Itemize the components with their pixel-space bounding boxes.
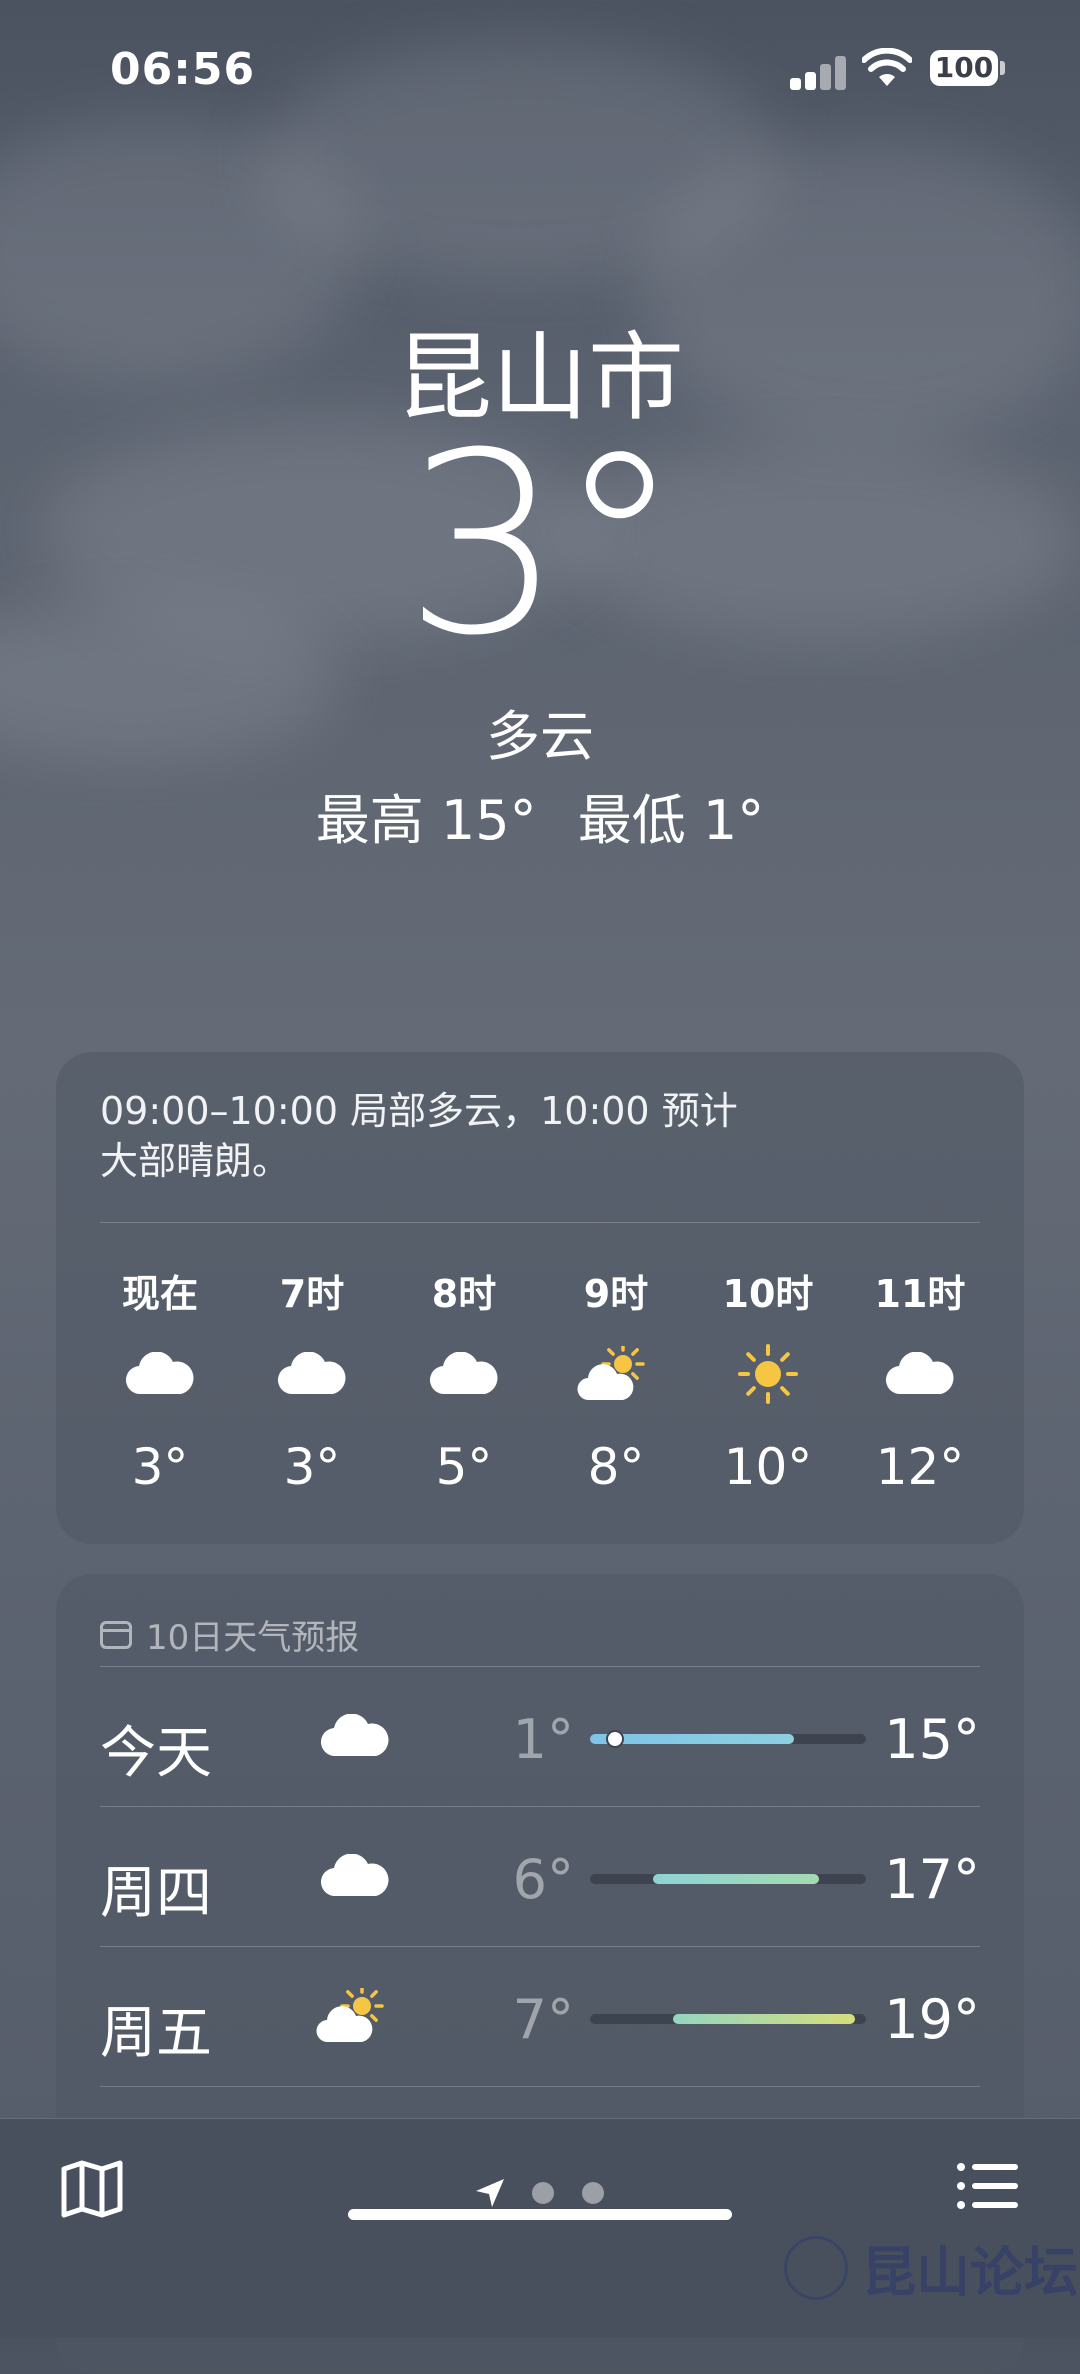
cloud-icon [860, 1326, 980, 1422]
cloud-icon [100, 1326, 220, 1422]
day-row[interactable]: 今天 1° 15° [100, 1666, 980, 1806]
high-temp: 15° [884, 1708, 980, 1771]
hour-temp: 12° [875, 1438, 965, 1496]
hour-temp: 3° [131, 1438, 189, 1496]
hour-label: 7时 [279, 1272, 345, 1316]
current-temperature: 3° [403, 399, 682, 690]
cloud-icon [310, 1836, 400, 1916]
battery-icon: 100 [930, 50, 998, 86]
hour-temp: 3° [283, 1438, 341, 1496]
location-arrow-icon[interactable] [474, 2177, 506, 2209]
list-icon[interactable] [956, 2161, 1018, 2211]
hour-temp: 10° [723, 1438, 813, 1496]
low-temp: 7° [512, 1988, 574, 2051]
day-row[interactable]: 周五 7° 19° [100, 1946, 980, 2086]
day-label: 周四 [100, 1861, 212, 1926]
high-low: 最高 15° 最低 1° [0, 776, 1080, 855]
battery-tip [1000, 61, 1005, 75]
hour-item: 7时 3° [252, 1262, 372, 1512]
divider [100, 2086, 980, 2087]
day-label: 周五 [100, 2001, 212, 2066]
sun-icon [708, 1326, 828, 1422]
high-temp: 19° [884, 1988, 980, 2051]
day-row[interactable]: 周四 6° 17° [100, 1806, 980, 1946]
day-label: 今天 [100, 1721, 212, 1786]
home-indicator[interactable] [348, 2209, 732, 2220]
hourly-forecast-card[interactable]: 09:00–10:00 局部多云，10:00 预计 大部晴朗。 现在 3° 7时… [56, 1052, 1024, 1544]
forecast-summary: 09:00–10:00 局部多云，10:00 预计 大部晴朗。 [100, 1086, 900, 1186]
low-temp: 6° [512, 1848, 574, 1911]
watermark-text: 昆山论坛 [862, 2240, 1078, 2304]
hourly-list[interactable]: 现在 3° 7时 3° 8时 5° 9时 8° 10时 10° 11时 12° [100, 1262, 980, 1512]
high-temp: 最高 15° [315, 789, 537, 852]
divider [100, 1222, 980, 1223]
hour-temp: 5° [435, 1438, 493, 1496]
cloud-icon [310, 1696, 400, 1776]
partly-sunny-icon [556, 1326, 676, 1422]
forecast-header-label: 10日天气预报 [146, 1618, 360, 1658]
cloud-icon [252, 1326, 372, 1422]
wifi-icon [862, 48, 912, 86]
hour-label: 11时 [874, 1272, 966, 1316]
temp-range-fill [653, 1874, 820, 1884]
low-temp: 最低 1° [577, 789, 765, 852]
forecast-header: 10日天气预报 [100, 1610, 359, 1659]
temp-range-fill [672, 2014, 855, 2024]
hour-item: 8时 5° [404, 1262, 524, 1512]
hour-item: 现在 3° [100, 1262, 220, 1512]
status-time: 06:56 [110, 44, 256, 95]
temp-range-bar [590, 1874, 866, 1884]
hour-label: 10时 [722, 1272, 814, 1316]
summary-line-2: 大部晴朗。 [100, 1139, 291, 1183]
current-temp-dot [605, 1730, 624, 1748]
cloud-icon [404, 1326, 524, 1422]
hour-label: 9时 [583, 1272, 649, 1316]
low-temp: 1° [512, 1708, 574, 1771]
hour-item: 10时 10° [708, 1262, 828, 1512]
summary-line-1: 09:00–10:00 局部多云，10:00 预计 [100, 1089, 738, 1133]
partly-sunny-icon [310, 1976, 400, 2056]
temp-range-bar [590, 1730, 866, 1748]
hour-temp: 8° [587, 1438, 645, 1496]
temp-range-bar [590, 2014, 866, 2024]
hour-item: 9时 8° [556, 1262, 676, 1512]
calendar-icon [100, 1620, 132, 1649]
watermark-logo [784, 2235, 848, 2300]
map-icon[interactable] [60, 2159, 124, 2219]
hour-item: 11时 12° [860, 1262, 980, 1512]
status-bar: 06:56 100 [0, 0, 1080, 140]
hour-label: 现在 [121, 1272, 198, 1316]
watermark: 昆山论坛 [784, 2228, 1078, 2307]
page-dot[interactable] [582, 2182, 604, 2204]
weather-condition: 多云 [486, 705, 594, 768]
page-dot[interactable] [532, 2182, 554, 2204]
cellular-signal-icon [790, 52, 848, 90]
high-temp: 17° [884, 1848, 980, 1911]
hour-label: 8时 [431, 1272, 497, 1316]
